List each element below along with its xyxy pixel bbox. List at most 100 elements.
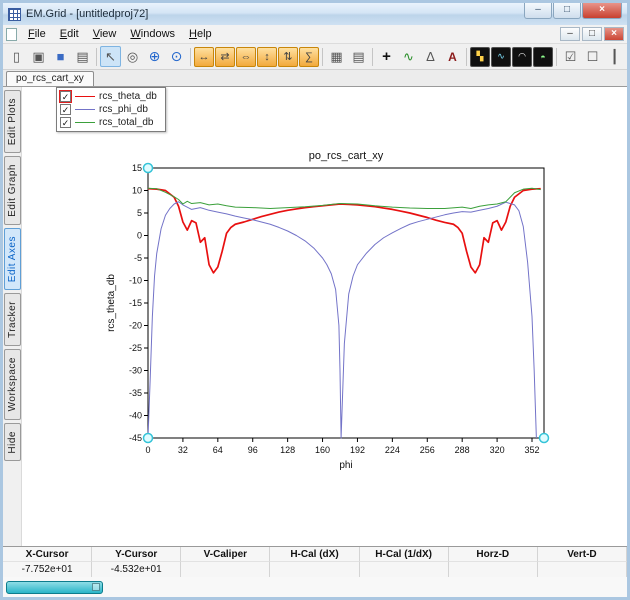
save-icon[interactable]: ■ bbox=[50, 46, 71, 67]
pan-hand-icon[interactable]: ◎ bbox=[122, 46, 143, 67]
child-window-controls: – □ × bbox=[560, 27, 624, 41]
minimized-window-close-icon[interactable] bbox=[92, 583, 100, 591]
v-fit-icon[interactable]: ⇅ bbox=[278, 46, 298, 67]
tab-po_rcs_cart_xy[interactable]: po_rcs_cart_xy bbox=[6, 71, 94, 86]
sidebar-tab-label: Hide bbox=[6, 430, 18, 454]
h-zoom-out-icon[interactable]: ↔ bbox=[194, 46, 214, 67]
x-tick-label: 96 bbox=[248, 445, 258, 455]
minimize-button[interactable]: – bbox=[524, 3, 552, 19]
add-cursor-icon[interactable]: + bbox=[376, 46, 397, 67]
plot-style-polar-icon[interactable]: ◓ bbox=[533, 46, 553, 67]
overlay-check-b-icon[interactable]: ☐ bbox=[582, 46, 603, 67]
status-value bbox=[449, 562, 538, 577]
main-area: Edit Plots Edit Graph Edit Axes Tracker Work… bbox=[3, 87, 627, 546]
y-tick-label: -30 bbox=[129, 366, 142, 376]
caliper-marker[interactable] bbox=[142, 432, 154, 444]
x-tick-label: 288 bbox=[455, 445, 470, 455]
sidebar-tab-edit-graph[interactable]: Edit Graph bbox=[3, 156, 21, 226]
curve-tool-icon[interactable]: ∿ bbox=[398, 46, 419, 67]
plot-style-surface-icon[interactable]: ▚ bbox=[470, 46, 490, 67]
child-minimize-icon[interactable]: – bbox=[560, 27, 580, 41]
zoom-window-icon[interactable]: ⊙ bbox=[166, 46, 187, 67]
x-tick-label: 0 bbox=[145, 445, 150, 455]
x-tick-label: 224 bbox=[385, 445, 400, 455]
close-button[interactable]: × bbox=[582, 3, 622, 19]
status-value bbox=[270, 562, 360, 577]
v-zoom-icon[interactable]: ↕ bbox=[257, 46, 277, 67]
new-document-icon[interactable]: ▯ bbox=[6, 46, 27, 67]
child-close-icon[interactable]: × bbox=[604, 27, 624, 41]
child-restore-icon[interactable]: □ bbox=[582, 27, 602, 41]
status-header-h-cal-1-dx-: H-Cal (1/dX) bbox=[359, 547, 449, 562]
minimized-window-bar[interactable] bbox=[6, 580, 103, 594]
menubar: File Edit View Windows Help – □ × bbox=[3, 25, 627, 44]
plot-style-mesh-icon[interactable]: ∿ bbox=[491, 46, 511, 67]
status-value bbox=[360, 562, 449, 577]
x-tick-label: 128 bbox=[280, 445, 295, 455]
x-axis-label: phi bbox=[339, 460, 352, 471]
menu-view[interactable]: View bbox=[86, 26, 124, 42]
legend-label: rcs_total_db bbox=[99, 117, 154, 128]
legend-checkbox-icon[interactable]: ✓ bbox=[59, 90, 72, 103]
tab-bar: po_rcs_cart_xy bbox=[3, 70, 627, 87]
status-header-x-cursor: X-Cursor bbox=[3, 547, 93, 562]
sidebar-tab-label: Workspace bbox=[6, 357, 18, 412]
legend: ✓ rcs_theta_db ✓ rcs_phi_db ✓ rcs_total_db bbox=[56, 87, 166, 132]
y-tick-label: -15 bbox=[129, 298, 142, 308]
sidebar-tab-hide[interactable]: Hide bbox=[3, 422, 21, 462]
sidebar-tab-edit-plots[interactable]: Edit Plots bbox=[3, 90, 21, 154]
h-fit-icon[interactable]: ⇔ bbox=[236, 46, 256, 67]
legend-line-sample bbox=[75, 122, 95, 123]
toolbar-separator bbox=[96, 47, 97, 66]
status-value: -4.532e+01 bbox=[92, 562, 182, 577]
toolbar-separator bbox=[190, 47, 191, 66]
window-controls: – □ × bbox=[524, 3, 622, 19]
sigma-sum-icon[interactable]: ∑ bbox=[299, 46, 319, 67]
plot-style-contour-icon[interactable]: ◠ bbox=[512, 46, 532, 67]
sidebar-tabs: Edit Plots Edit Graph Edit Axes Tracker Work… bbox=[3, 87, 22, 546]
zoom-in-icon[interactable]: ⊕ bbox=[144, 46, 165, 67]
child-document-icon[interactable] bbox=[6, 27, 17, 41]
caliper-marker[interactable] bbox=[538, 432, 550, 444]
grid-toggle-icon[interactable]: ▦ bbox=[326, 46, 347, 67]
legend-checkbox-icon[interactable]: ✓ bbox=[60, 104, 71, 115]
select-pointer-icon[interactable]: ↖ bbox=[100, 46, 121, 67]
status-value: -7.752e+01 bbox=[3, 562, 93, 577]
sidebar-tab-edit-axes[interactable]: Edit Axes bbox=[3, 228, 21, 291]
h-zoom-in-icon[interactable]: ⇄ bbox=[215, 46, 235, 67]
data-table-icon[interactable]: ▤ bbox=[348, 46, 369, 67]
toolbar-separator bbox=[556, 47, 557, 66]
status-header-y-cursor: Y-Cursor bbox=[92, 547, 182, 562]
legend-label: rcs_phi_db bbox=[99, 104, 148, 115]
menu-file[interactable]: File bbox=[21, 26, 53, 42]
print-icon[interactable]: ▤ bbox=[72, 46, 93, 67]
menu-windows[interactable]: Windows bbox=[123, 26, 182, 42]
plot-frame bbox=[147, 167, 545, 439]
sidebar-tab-tracker[interactable]: Tracker bbox=[3, 293, 21, 347]
overlay-check-a-icon[interactable]: ☑ bbox=[560, 46, 581, 67]
maximize-button[interactable]: □ bbox=[553, 3, 581, 19]
delta-marker-icon[interactable]: ∆ bbox=[420, 46, 441, 67]
cascade-windows-icon[interactable]: ▣ bbox=[28, 46, 49, 67]
status-header-h-cal-dx-: H-Cal (dX) bbox=[270, 547, 360, 562]
sidebar-tab-workspace[interactable]: Workspace bbox=[3, 349, 21, 420]
legend-checkbox-icon[interactable]: ✓ bbox=[60, 117, 71, 128]
menu-edit[interactable]: Edit bbox=[53, 26, 86, 42]
toolbar-separator bbox=[322, 47, 323, 66]
status-header-horz-d: Horz-D bbox=[448, 547, 538, 562]
text-annotation-icon[interactable]: A bbox=[442, 46, 463, 67]
chart-svg[interactable]: 0 32 64 96 128 160 192 224 256 288 320 352 15 10 5 0 -5 -… bbox=[102, 146, 558, 482]
legend-label: rcs_theta_db bbox=[99, 91, 157, 102]
window-title: EM.Grid - [untitledproj72] bbox=[26, 8, 149, 20]
y-tick-label: 15 bbox=[132, 163, 142, 173]
x-tick-label: 160 bbox=[315, 445, 330, 455]
y-tick-label: -35 bbox=[129, 388, 142, 398]
vertical-slider-icon[interactable]: ┃ bbox=[604, 46, 625, 67]
sidebar-tab-label: Edit Plots bbox=[6, 98, 18, 146]
caliper-marker[interactable] bbox=[142, 162, 154, 174]
plot-canvas[interactable]: ✓ rcs_theta_db ✓ rcs_phi_db ✓ rcs_total_db 0 3… bbox=[22, 87, 627, 546]
titlebar[interactable]: EM.Grid - [untitledproj72] – □ × bbox=[3, 3, 627, 25]
app-icon bbox=[8, 7, 21, 21]
menu-help[interactable]: Help bbox=[182, 26, 219, 42]
app-window: EM.Grid - [untitledproj72] – □ × File Edi… bbox=[0, 0, 630, 600]
